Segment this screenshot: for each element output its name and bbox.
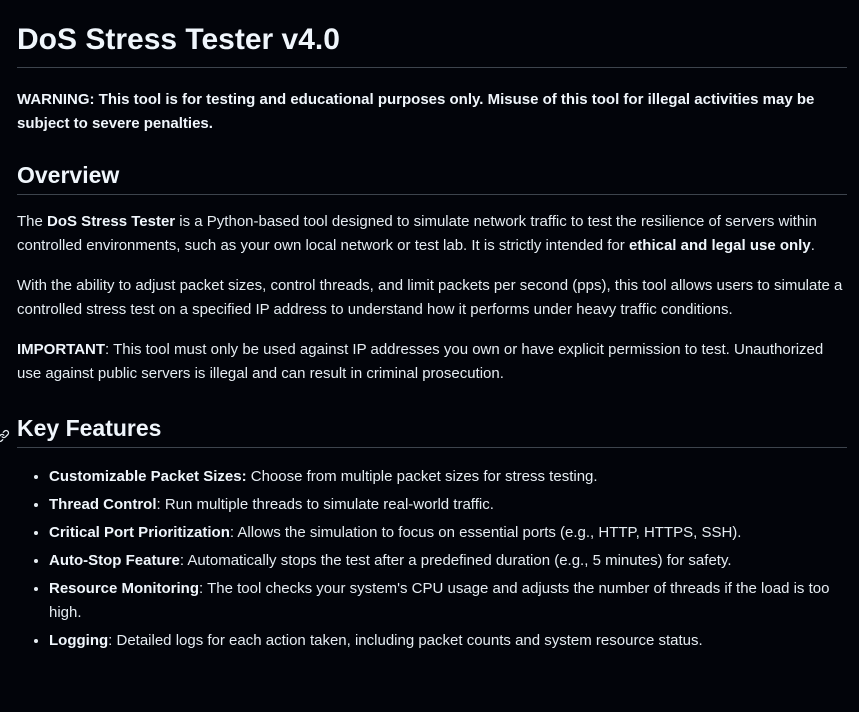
feature-text: : Allows the simulation to focus on esse… — [229, 524, 742, 541]
readme-document: DoS Stress Tester v4.0 WARNING: This too… — [0, 0, 847, 657]
features-list: Customizable Packet Sizes: Choose from m… — [17, 465, 847, 653]
overview-heading-text: Overview — [17, 162, 120, 188]
list-item: Auto-Stop Feature: Automatically stops t… — [49, 549, 847, 573]
overview-paragraph-2: With the ability to adjust packet sizes,… — [17, 277, 843, 318]
list-item: Thread Control: Run multiple threads to … — [49, 493, 847, 517]
overview-p1-post: . — [810, 237, 815, 254]
feature-label: Resource Monitoring — [49, 580, 200, 597]
page-title: DoS Stress Tester v4.0 — [17, 0, 847, 68]
warning-text: WARNING: This tool is for testing and ed… — [17, 91, 815, 132]
feature-text: : Run multiple threads to simulate real-… — [156, 496, 494, 513]
link-icon[interactable] — [0, 420, 10, 443]
key-features-heading: Key Features — [0, 413, 847, 448]
feature-label: Critical Port Prioritization — [49, 524, 230, 541]
important-label: IMPORTANT — [17, 341, 106, 358]
overview-p1-pre: The — [17, 213, 48, 230]
feature-text: Choose from multiple packet sizes for st… — [246, 468, 598, 485]
list-item: Resource Monitoring: The tool checks you… — [49, 577, 847, 625]
feature-label: Thread Control — [49, 496, 157, 513]
overview-p1-bold-tool-name: DoS Stress Tester — [47, 213, 176, 230]
link-icon-svg — [0, 429, 10, 443]
important-text: : This tool must only be used against IP… — [17, 341, 824, 382]
list-item: Critical Port Prioritization: Allows the… — [49, 521, 847, 545]
feature-label: Logging — [49, 632, 109, 649]
overview-p1-bold-ethical: ethical and legal use only — [628, 237, 811, 254]
list-item: Customizable Packet Sizes: Choose from m… — [49, 465, 847, 489]
feature-text: : Automatically stops the test after a p… — [179, 552, 732, 569]
feature-label: Auto-Stop Feature — [49, 552, 180, 569]
list-item: Logging: Detailed logs for each action t… — [49, 629, 847, 653]
overview-paragraph-3: IMPORTANT: This tool must only be used a… — [17, 338, 847, 386]
feature-text: : Detailed logs for each action taken, i… — [108, 632, 703, 649]
feature-label: Customizable Packet Sizes: — [49, 468, 247, 485]
overview-paragraph-1: The DoS Stress Tester is a Python-based … — [17, 210, 847, 258]
key-features-heading-text: Key Features — [17, 415, 162, 441]
overview-heading: Overview — [17, 160, 847, 195]
